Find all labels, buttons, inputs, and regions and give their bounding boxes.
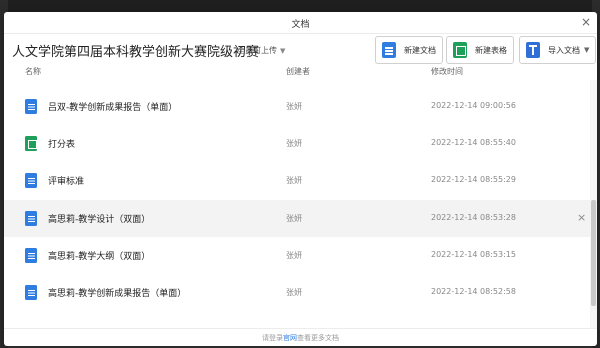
scrollbar[interactable] (590, 80, 597, 328)
footer-suffix: 查看更多文档 (297, 334, 339, 342)
file-modified-time: 2022-12-14 08:55:29 (431, 175, 516, 184)
file-name[interactable]: 高思莉-教学创新成果报告（单面） (48, 286, 186, 299)
close-icon[interactable]: × (581, 15, 591, 29)
permission-dropdown[interactable]: 全员可上传 ▼ (237, 45, 285, 56)
document-icon (25, 248, 37, 263)
file-creator: 张妍 (286, 251, 302, 260)
document-icon (25, 211, 37, 226)
file-row[interactable]: 打分表 张妍 2022-12-14 08:55:40 (4, 125, 597, 162)
file-row[interactable]: 吕双-教学创新成果报告（单面） 张妍 2022-12-14 09:00:56 (4, 88, 597, 125)
document-icon (25, 285, 37, 300)
file-modified-time: 2022-12-14 08:55:40 (431, 138, 516, 147)
file-name[interactable]: 吕双-教学创新成果报告（单面） (48, 100, 177, 113)
file-creator: 张妍 (286, 214, 302, 223)
file-row[interactable]: 高思莉-教学大纲（双面） 张妍 2022-12-14 08:53:15 (4, 237, 597, 274)
new-document-button[interactable]: 新建文档 (375, 36, 443, 64)
file-modified-time: 2022-12-14 08:52:58 (431, 287, 516, 296)
file-name[interactable]: 高思莉-教学设计（双面） (48, 212, 150, 225)
column-creator: 创建者 (286, 67, 310, 76)
dialog-titlebar: 文档 × (4, 12, 597, 34)
file-modified-time: 2022-12-14 08:53:15 (431, 250, 516, 259)
file-row[interactable]: 高思莉-教学创新成果报告（单面） 张妍 2022-12-14 08:52:58 (4, 274, 597, 311)
folder-header: 人文学院第四届本科教学创新大赛院级初赛 全员可上传 ▼ 新建文档 新建表格 导入文… (4, 34, 597, 66)
website-link[interactable]: 官网 (283, 334, 297, 342)
file-list: 吕双-教学创新成果报告（单面） 张妍 2022-12-14 09:00:56 打分表张… (4, 80, 597, 328)
column-header: 名称 创建者 修改时间 (4, 66, 597, 80)
file-row[interactable]: 高思莉-教学设计（双面） 张妍 2022-12-14 08:53:28 × (4, 200, 597, 237)
scrollbar-thumb[interactable] (591, 200, 596, 306)
new-sheet-button[interactable]: 新建表格 (446, 36, 514, 64)
caret-down-icon: ▼ (280, 47, 286, 55)
import-document-button[interactable]: 导入文档 ▼ (519, 36, 597, 64)
file-creator: 张妍 (286, 288, 302, 297)
file-row[interactable]: 评审标准 张妍 2022-12-14 08:55:29 (4, 162, 597, 199)
new-document-label: 新建文档 (404, 45, 436, 55)
footer-note: 请登录官网查看更多文档 (4, 328, 597, 346)
file-creator: 张妍 (286, 139, 302, 148)
footer-prefix: 请登录 (262, 334, 283, 342)
background-top-bar (0, 0, 600, 12)
document-icon (382, 42, 396, 58)
column-modified: 修改时间 (431, 67, 463, 76)
caret-down-icon: ▼ (584, 46, 590, 54)
spreadsheet-icon (453, 42, 467, 58)
file-creator: 张妍 (286, 102, 302, 111)
file-name[interactable]: 评审标准 (48, 174, 84, 187)
spreadsheet-icon (25, 136, 37, 151)
file-name[interactable]: 打分表 (48, 137, 75, 150)
file-modified-time: 2022-12-14 09:00:56 (431, 101, 516, 110)
file-creator: 张妍 (286, 176, 302, 185)
import-icon (526, 42, 540, 58)
document-icon (25, 173, 37, 188)
document-icon (25, 99, 37, 114)
documents-dialog: 文档 × 人文学院第四届本科教学创新大赛院级初赛 全员可上传 ▼ 新建文档 新建表… (4, 12, 597, 346)
file-modified-time: 2022-12-14 08:53:28 (431, 213, 516, 222)
new-sheet-label: 新建表格 (475, 45, 507, 55)
folder-title: 人文学院第四届本科教学创新大赛院级初赛 (12, 45, 260, 60)
import-document-label: 导入文档 (548, 45, 580, 55)
remove-icon[interactable]: × (577, 211, 586, 224)
file-name[interactable]: 高思莉-教学大纲（双面） (48, 249, 150, 262)
column-name: 名称 (25, 67, 41, 76)
permission-label: 全员可上传 (237, 46, 277, 55)
dialog-title: 文档 (291, 20, 310, 30)
